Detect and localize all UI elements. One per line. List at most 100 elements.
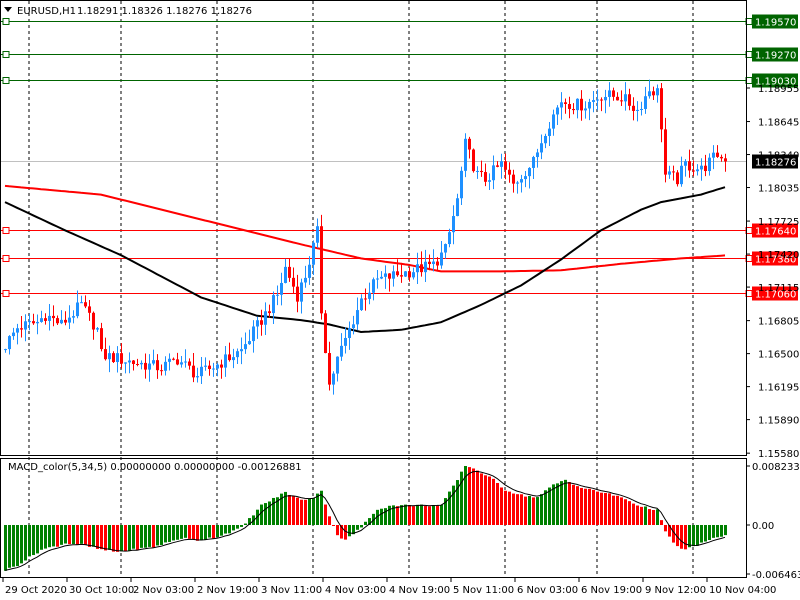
macd-bar [416, 504, 419, 525]
candle [564, 98, 567, 114]
candle-body [220, 364, 223, 368]
candle-body [436, 261, 439, 266]
candle [532, 155, 535, 179]
macd-bar [164, 525, 167, 543]
candle-body [132, 360, 135, 364]
candle [40, 310, 43, 323]
candle-body [192, 365, 195, 378]
candle-body [20, 328, 23, 330]
candle [592, 90, 595, 113]
candle [340, 333, 343, 361]
candle-body [540, 143, 543, 153]
level-price-label: 1.17640 [755, 227, 796, 238]
candle [612, 87, 615, 101]
candle [608, 82, 611, 107]
macd-bar [412, 506, 415, 525]
candle-body [80, 302, 83, 304]
macd-bar [208, 525, 211, 538]
macd-bar [28, 525, 31, 557]
candle-body [308, 264, 311, 278]
candle-body [16, 328, 19, 333]
candle [660, 82, 663, 143]
candle-body [600, 99, 603, 101]
candle-body [364, 298, 367, 300]
macd-bar [720, 525, 723, 537]
candle [60, 310, 63, 325]
level-handle-icon [2, 77, 10, 84]
macd-bar [120, 525, 123, 552]
time-tick-label: 29 Oct 2020 [5, 585, 67, 596]
candle [260, 309, 263, 336]
candle [632, 97, 635, 121]
macd-bar [136, 525, 139, 551]
macd-bar [480, 473, 483, 525]
price-levels[interactable]: 1.195701.192701.190301.176401.173801.170… [0, 14, 798, 301]
chart-header: EURUSD,H1 1.18291 1.18326 1.18276 1.1827… [4, 6, 252, 17]
candle [288, 258, 291, 282]
candle [144, 353, 147, 379]
candle-body [148, 363, 151, 370]
macd-bar [408, 505, 411, 525]
candle-body [232, 357, 235, 361]
candle-body [624, 94, 627, 102]
candle-body [644, 96, 647, 109]
candle [444, 243, 447, 259]
candle [104, 337, 107, 361]
candle [48, 304, 51, 331]
candle [412, 267, 415, 280]
macd-bar [716, 525, 719, 538]
macd-tick-label: 0.0082333 [752, 462, 800, 473]
price-tick-label: 1.17420 [758, 250, 799, 261]
macd-bar [600, 492, 603, 525]
candle-body [456, 198, 459, 217]
candle [200, 357, 203, 385]
candle-body [24, 321, 27, 330]
time-tick-label: 6 Nov 19:00 [581, 585, 642, 596]
candle-body [236, 351, 239, 358]
macd-bar [92, 525, 95, 547]
candle-body [160, 370, 163, 372]
macd-bar [692, 525, 695, 547]
macd-bar [232, 525, 235, 531]
candle [240, 337, 243, 365]
candle-body [276, 294, 279, 296]
candle-body [356, 310, 359, 325]
candle [204, 357, 207, 371]
candle [708, 153, 711, 176]
candle-body [708, 157, 711, 172]
candle-body [60, 319, 63, 324]
candle [408, 267, 411, 282]
candle [112, 351, 115, 363]
candle [720, 154, 723, 162]
macd-bar [364, 521, 367, 525]
macd-bar [264, 503, 267, 525]
candle-body [304, 277, 307, 283]
candle [248, 329, 251, 345]
candle [168, 353, 171, 371]
candle-body [68, 317, 71, 323]
candle-body [428, 261, 431, 265]
candle-body [700, 165, 703, 170]
candle [296, 274, 299, 313]
macd-bar [304, 499, 307, 525]
candle [28, 313, 31, 331]
dropdown-triangle-icon[interactable] [4, 7, 12, 12]
candle-body [52, 315, 55, 319]
macd-bar [688, 525, 691, 548]
macd-bar [432, 505, 435, 525]
macd-bar [140, 525, 143, 548]
candle-body [188, 361, 191, 366]
candle [512, 169, 515, 193]
macd-bar [712, 525, 715, 538]
macd-bar [44, 525, 47, 549]
price-tick-label: 1.16500 [758, 350, 799, 361]
macd-bar [36, 525, 39, 554]
macd-bar [148, 525, 151, 547]
chart-canvas[interactable]: 1.195701.192701.190301.176401.173801.170… [0, 0, 800, 600]
candle [364, 288, 367, 311]
candle [688, 149, 691, 178]
candle [96, 327, 99, 333]
candle-body [324, 313, 327, 354]
candle [384, 265, 387, 289]
candle [528, 167, 531, 189]
